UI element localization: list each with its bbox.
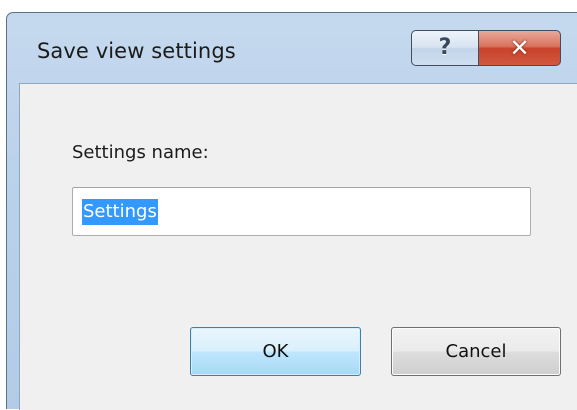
- window-title: Save view settings: [37, 39, 236, 63]
- settings-name-label: Settings name:: [72, 142, 209, 163]
- cancel-button[interactable]: Cancel: [391, 327, 561, 376]
- dialog-window: Save view settings ? ✕ Settings name: Se…: [6, 12, 577, 410]
- dialog-content: Settings name: Settings OK Cancel: [19, 83, 577, 410]
- close-icon: ✕: [509, 34, 530, 62]
- settings-name-value: Settings: [82, 198, 158, 225]
- ok-button[interactable]: OK: [190, 327, 361, 376]
- help-button[interactable]: ?: [411, 30, 479, 66]
- settings-name-input[interactable]: Settings: [72, 187, 531, 236]
- close-button[interactable]: ✕: [479, 30, 561, 66]
- help-icon: ?: [438, 35, 452, 60]
- title-bar[interactable]: Save view settings ? ✕: [7, 13, 577, 83]
